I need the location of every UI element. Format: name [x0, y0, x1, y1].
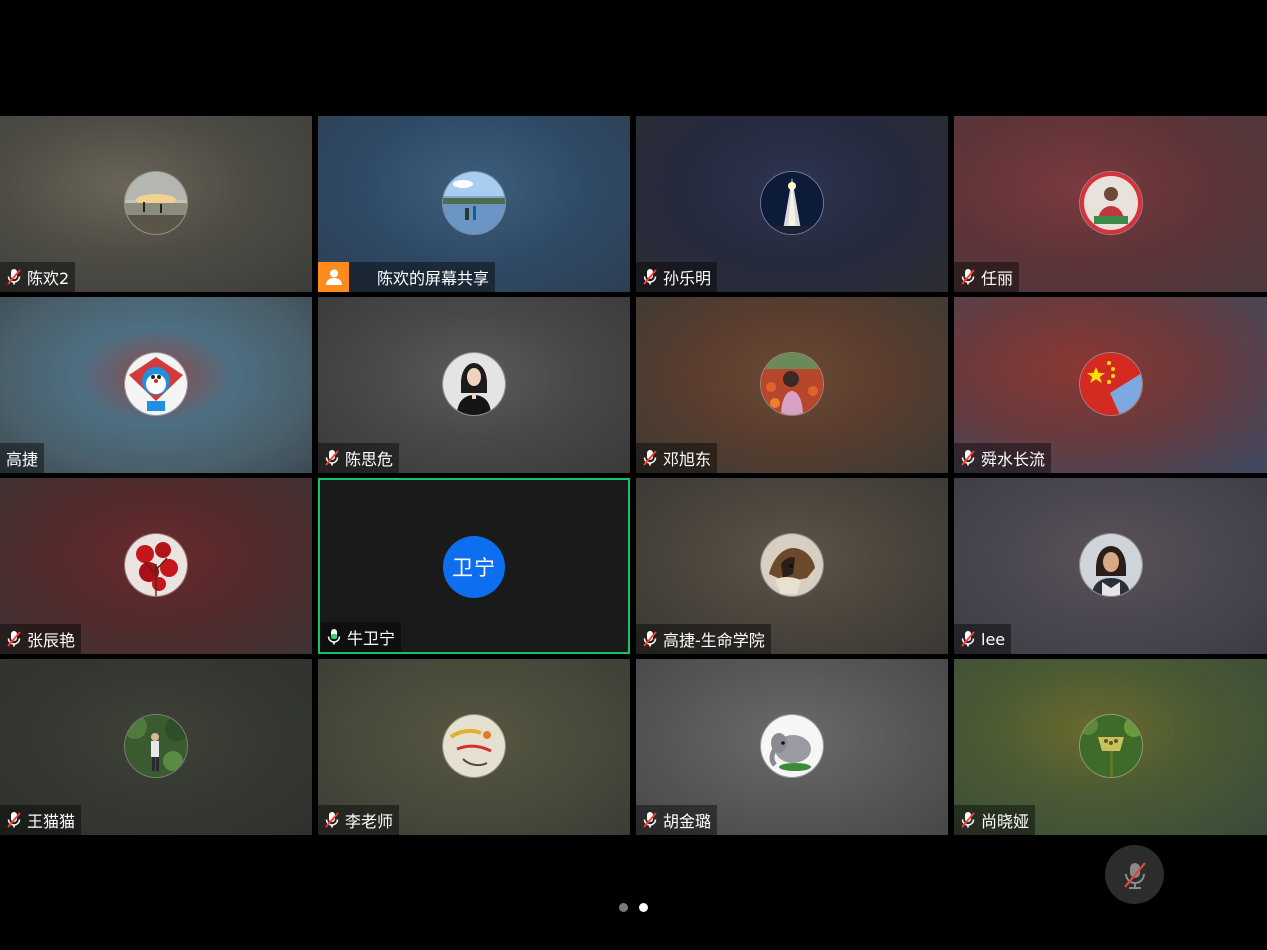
participant-name: 王猫猫 — [27, 812, 76, 831]
participant-name: 任丽 — [981, 269, 1014, 288]
mic-muted-icon — [961, 631, 975, 647]
avatar — [125, 172, 187, 234]
participant-name: 尚晓娅 — [981, 812, 1030, 831]
avatar — [443, 172, 505, 234]
text-avatar: 卫宁 — [443, 536, 505, 598]
mic-muted-icon — [643, 450, 657, 466]
avatar — [1079, 353, 1142, 415]
participant-name: 李老师 — [345, 812, 394, 831]
mic-muted-icon — [643, 631, 657, 647]
participant-tile[interactable]: 孙乐明 — [636, 116, 948, 292]
avatar — [1079, 715, 1142, 777]
mic-muted-icon — [7, 631, 21, 647]
mic-active-icon — [327, 629, 341, 645]
participant-tile[interactable]: 舜水长流 — [954, 297, 1267, 473]
participant-label: 胡金璐 — [636, 805, 718, 835]
participant-label: 张辰艳 — [0, 624, 82, 654]
page-indicator — [619, 903, 649, 913]
mic-muted-icon — [961, 269, 975, 285]
participant-label: 牛卫宁 — [320, 622, 402, 652]
participant-tile[interactable]: 高捷-生命学院 — [636, 478, 948, 654]
avatar — [443, 353, 505, 415]
participant-tile[interactable]: 尚晓娅 — [954, 659, 1267, 835]
avatar — [125, 534, 187, 596]
mic-muted-icon — [7, 812, 21, 828]
participant-tile[interactable]: 张辰艳 — [0, 478, 312, 654]
participant-name: 胡金璐 — [663, 812, 712, 831]
avatar — [1079, 534, 1142, 596]
participant-label: 任丽 — [954, 262, 1020, 292]
avatar — [761, 715, 823, 777]
participant-name: 陈思危 — [345, 450, 394, 469]
avatar — [443, 715, 505, 777]
mic-muted-icon — [961, 450, 975, 466]
participant-tile[interactable]: 陈欢的屏幕共享 — [318, 116, 630, 292]
participant-name: 高捷-生命学院 — [663, 631, 765, 650]
avatar — [125, 715, 187, 777]
participant-label: 孙乐明 — [636, 262, 718, 292]
video-grid: 陈欢2 陈欢的屏幕共享 孙乐明 任丽 高捷 陈思危 邓旭东 舜水长流 张辰艳 卫… — [0, 116, 1267, 835]
participant-tile[interactable]: 陈思危 — [318, 297, 630, 473]
avatar — [761, 353, 823, 415]
participant-label: 舜水长流 — [954, 443, 1052, 473]
participant-tile[interactable]: lee — [954, 478, 1267, 654]
participant-tile[interactable]: 邓旭东 — [636, 297, 948, 473]
participant-name: 孙乐明 — [663, 269, 712, 288]
mic-muted-icon — [325, 450, 339, 466]
participant-label: 王猫猫 — [0, 805, 82, 835]
avatar — [761, 534, 823, 596]
participant-tile[interactable]: 王猫猫 — [0, 659, 312, 835]
participant-label: 高捷-生命学院 — [636, 624, 771, 654]
participant-label: 李老师 — [318, 805, 400, 835]
mic-muted-icon — [7, 269, 21, 285]
mic-muted-icon — [643, 812, 657, 828]
page-dot-1[interactable] — [619, 903, 628, 912]
screen-share-icon — [318, 262, 349, 292]
avatar — [125, 353, 187, 415]
participant-label: 尚晓娅 — [954, 805, 1036, 835]
mic-muted-icon — [325, 812, 339, 828]
mic-muted-icon — [1123, 861, 1146, 889]
mute-toggle-button[interactable] — [1105, 845, 1164, 904]
page-dot-2[interactable] — [639, 903, 648, 912]
participant-tile[interactable]: 任丽 — [954, 116, 1267, 292]
participant-tile[interactable]: 高捷 — [0, 297, 312, 473]
participant-label: 陈欢2 — [0, 262, 76, 292]
participant-name: 张辰艳 — [27, 631, 76, 650]
participant-label: 高捷 — [0, 443, 45, 473]
participant-name: 高捷 — [6, 450, 39, 469]
participant-tile-active-speaker[interactable]: 卫宁 牛卫宁 — [318, 478, 630, 654]
participant-label: lee — [954, 624, 1012, 654]
participant-name: 邓旭东 — [663, 450, 712, 469]
participant-name: lee — [981, 629, 1006, 649]
participant-name: 陈欢2 — [27, 269, 70, 288]
mic-muted-icon — [961, 812, 975, 828]
participant-tile[interactable]: 胡金璐 — [636, 659, 948, 835]
participant-name: 舜水长流 — [981, 450, 1046, 469]
participant-label: 邓旭东 — [636, 443, 718, 473]
participant-label: 陈欢的屏幕共享 — [318, 262, 496, 292]
participant-tile[interactable]: 李老师 — [318, 659, 630, 835]
mic-muted-icon — [643, 269, 657, 285]
participant-name: 牛卫宁 — [347, 629, 396, 648]
participant-name: 陈欢的屏幕共享 — [377, 269, 490, 288]
participant-label: 陈思危 — [318, 443, 400, 473]
avatar — [1079, 172, 1142, 234]
participant-tile[interactable]: 陈欢2 — [0, 116, 312, 292]
avatar — [761, 172, 823, 234]
